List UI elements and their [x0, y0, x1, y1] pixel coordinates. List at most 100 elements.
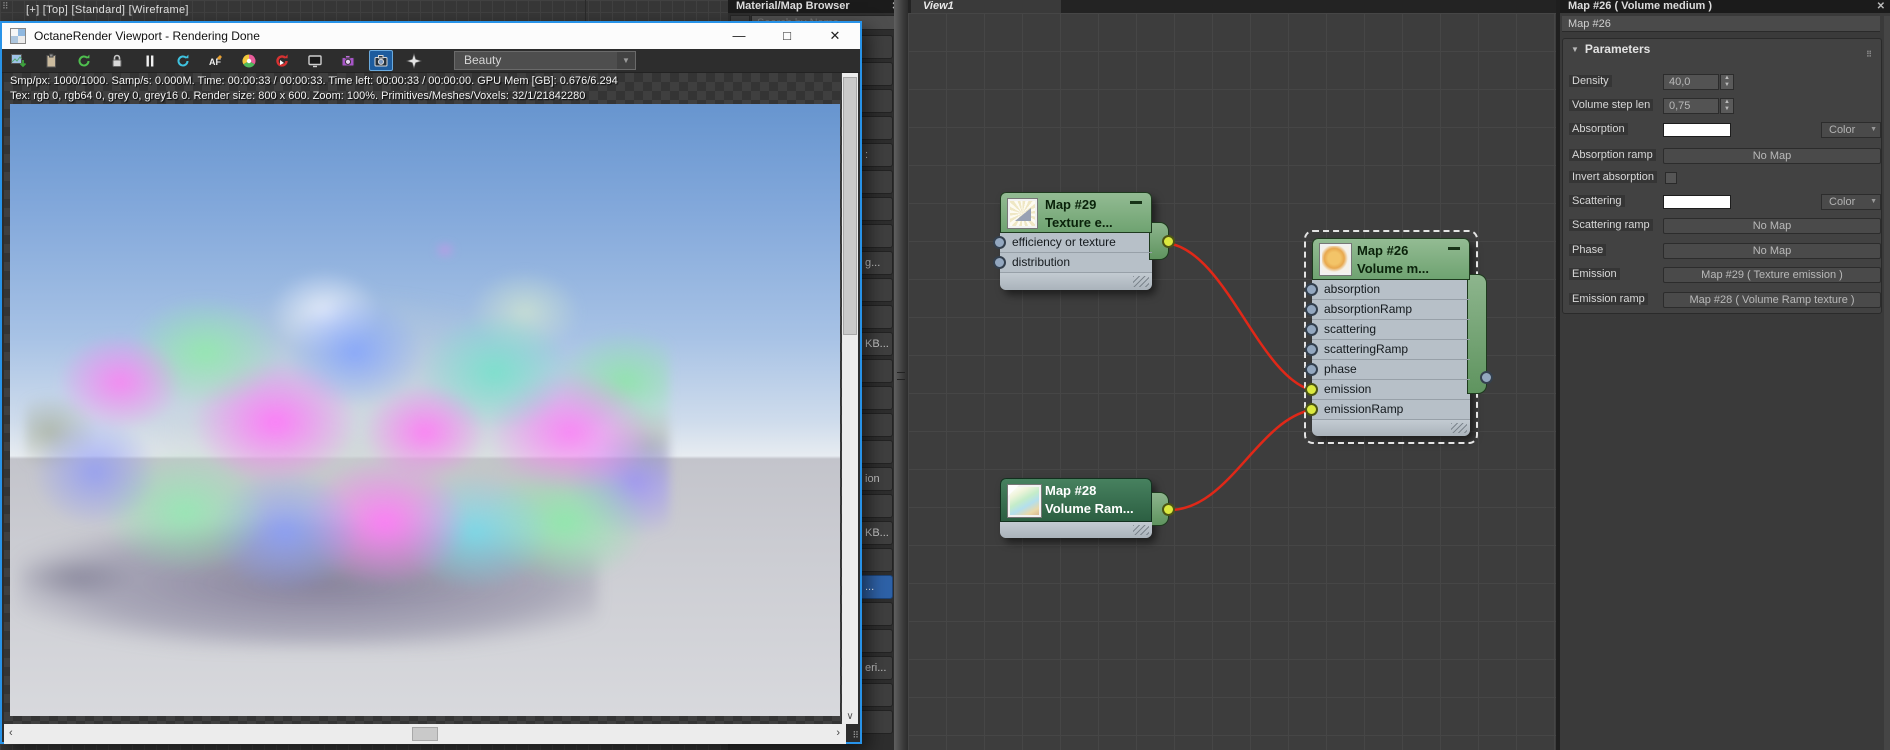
node-map29-output-socket[interactable]: [1162, 235, 1175, 248]
chevron-down-icon: ▼: [1870, 198, 1877, 205]
node-map26[interactable]: Map #26 Volume m... absorption absorption…: [1304, 230, 1493, 444]
node-map26-output-tab: [1467, 274, 1493, 394]
emission-map-button[interactable]: Map #29 ( Texture emission ): [1663, 267, 1881, 283]
chevron-down-icon: ▼: [1870, 126, 1877, 133]
horizontal-scrollbar-thumb[interactable]: [412, 727, 438, 741]
input-socket[interactable]: [1305, 343, 1318, 356]
wire-emission-ramp[interactable]: [1165, 408, 1312, 512]
input-row[interactable]: scattering: [1312, 320, 1470, 340]
input-socket-emission[interactable]: [1305, 383, 1318, 396]
rendered-image[interactable]: [10, 104, 840, 716]
input-row[interactable]: absorption: [1312, 280, 1470, 300]
node-map28-output-socket[interactable]: [1162, 503, 1175, 516]
density-field[interactable]: 40,0: [1663, 74, 1719, 90]
rollout-grip-icon: ⠿: [1866, 50, 1873, 59]
collapse-icon[interactable]: [1130, 201, 1142, 204]
node-map29-output-tab: [1149, 222, 1175, 260]
input-row[interactable]: emission: [1312, 380, 1470, 400]
tab-view1[interactable]: View1: [911, 0, 1061, 13]
restart-region-icon[interactable]: [270, 50, 294, 71]
node-header[interactable]: Map #26 Volume m...: [1312, 238, 1470, 280]
minimize-button[interactable]: —: [722, 23, 756, 49]
maximize-button[interactable]: □: [770, 23, 804, 49]
render-passes-icon[interactable]: [336, 50, 360, 71]
input-row[interactable]: efficiency or texture: [1000, 233, 1152, 253]
volume-step-field[interactable]: 0,75: [1663, 98, 1719, 114]
node-resize-strip[interactable]: [1000, 522, 1152, 538]
rollout-header[interactable]: ▼ Parameters ⠿: [1563, 39, 1881, 59]
panel-scrollbar[interactable]: [1884, 16, 1890, 750]
invert-absorption-checkbox[interactable]: [1665, 172, 1677, 184]
emission-ramp-map-button[interactable]: Map #28 ( Volume Ramp texture ): [1663, 292, 1881, 308]
input-socket[interactable]: [1305, 283, 1318, 296]
param-row-invert-absorption: Invert absorption: [1563, 169, 1881, 187]
input-row[interactable]: scatteringRamp: [1312, 340, 1470, 360]
resize-grip-icon[interactable]: ⠿: [852, 730, 859, 741]
refresh-icon[interactable]: [171, 50, 195, 71]
collapse-icon[interactable]: [1448, 247, 1460, 250]
fit-screen-icon[interactable]: [303, 50, 327, 71]
input-socket[interactable]: [1305, 363, 1318, 376]
node-map29[interactable]: Map #29 Texture e... efficiency or textur…: [993, 192, 1175, 290]
map-name-field[interactable]: Map #26: [1562, 16, 1880, 32]
density-spinner[interactable]: ▲ ▼: [1720, 74, 1734, 90]
volume-step-spinner[interactable]: ▲ ▼: [1720, 98, 1734, 114]
vertical-scrollbar-thumb[interactable]: [843, 77, 857, 335]
scattering-mode-select[interactable]: Color ▼: [1821, 194, 1881, 210]
dock-grip-icon[interactable]: ⠿: [2, 2, 9, 11]
phase-button[interactable]: No Map: [1663, 243, 1881, 259]
toolbar-divider: [585, 0, 586, 22]
camera-view-icon[interactable]: [369, 50, 393, 71]
node-header[interactable]: Map #29 Texture e...: [1000, 192, 1152, 233]
node-map28[interactable]: Map #28 Volume Ram...: [1000, 478, 1175, 538]
node-resize-strip[interactable]: [1000, 273, 1152, 290]
param-row-phase: Phase No Map: [1563, 242, 1881, 260]
input-socket[interactable]: [993, 236, 1006, 249]
param-label: Density: [1569, 75, 1612, 87]
panel-splitter[interactable]: [894, 0, 908, 750]
absorption-mode-select[interactable]: Color ▼: [1821, 122, 1881, 138]
input-row[interactable]: phase: [1312, 360, 1470, 380]
scattering-color-swatch[interactable]: [1663, 195, 1731, 209]
node-canvas[interactable]: Map #29 Texture e... efficiency or textur…: [908, 13, 1556, 750]
close-button[interactable]: ✕: [818, 23, 852, 49]
window-titlebar[interactable]: OctaneRender Viewport - Rendering Done —…: [2, 23, 860, 49]
node-map26-output-socket[interactable]: [1480, 371, 1493, 384]
horizontal-scrollbar[interactable]: ‹ ›: [4, 724, 846, 744]
restart-render-icon[interactable]: [72, 50, 96, 71]
input-socket[interactable]: [993, 256, 1006, 269]
max-viewport-background[interactable]: ⠿ [+] [Top] [Standard] [Wireframe]: [0, 0, 728, 22]
save-render-icon[interactable]: [6, 50, 30, 71]
input-socket-emission-ramp[interactable]: [1305, 403, 1318, 416]
parameters-panel-title[interactable]: Map #26 ( Volume medium ) ✕: [1560, 0, 1890, 13]
node-resize-strip[interactable]: [1312, 420, 1470, 436]
lock-icon[interactable]: [105, 50, 129, 71]
autofocus-icon[interactable]: AF: [204, 50, 228, 71]
scroll-right-icon[interactable]: ›: [836, 727, 840, 739]
input-socket[interactable]: [1305, 323, 1318, 336]
wire-emission[interactable]: [1166, 241, 1312, 392]
octane-render-window: OctaneRender Viewport - Rendering Done —…: [0, 21, 862, 744]
browser-title[interactable]: Material/Map Browser ✕: [728, 0, 908, 13]
render-pass-selector[interactable]: Beauty ▼: [454, 51, 636, 70]
scroll-left-icon[interactable]: ‹: [9, 727, 13, 739]
panel-close-icon[interactable]: ✕: [1877, 0, 1885, 13]
absorption-ramp-button[interactable]: No Map: [1663, 148, 1881, 164]
absorption-color-swatch[interactable]: [1663, 123, 1731, 137]
pause-icon[interactable]: [138, 50, 162, 71]
octane-toolbar: AF Beauty ▼: [2, 49, 860, 73]
param-row-scattering: Scattering Color ▼: [1563, 193, 1881, 211]
input-socket[interactable]: [1305, 303, 1318, 316]
viewport-label[interactable]: [+] [Top] [Standard] [Wireframe]: [26, 4, 189, 16]
node-header[interactable]: Map #28 Volume Ram...: [1000, 478, 1152, 522]
input-row[interactable]: emissionRamp: [1312, 400, 1470, 420]
input-row[interactable]: distribution: [1000, 253, 1152, 273]
splitter-grip-icon: [897, 372, 905, 380]
input-row[interactable]: absorptionRamp: [1312, 300, 1470, 320]
vertical-scrollbar[interactable]: ∨: [842, 73, 858, 724]
spark-material-icon[interactable]: [402, 50, 426, 71]
white-balance-icon[interactable]: [237, 50, 261, 71]
scroll-down-icon[interactable]: ∨: [842, 711, 858, 722]
clipboard-copy-icon[interactable]: [39, 50, 63, 71]
scattering-ramp-button[interactable]: No Map: [1663, 218, 1881, 234]
